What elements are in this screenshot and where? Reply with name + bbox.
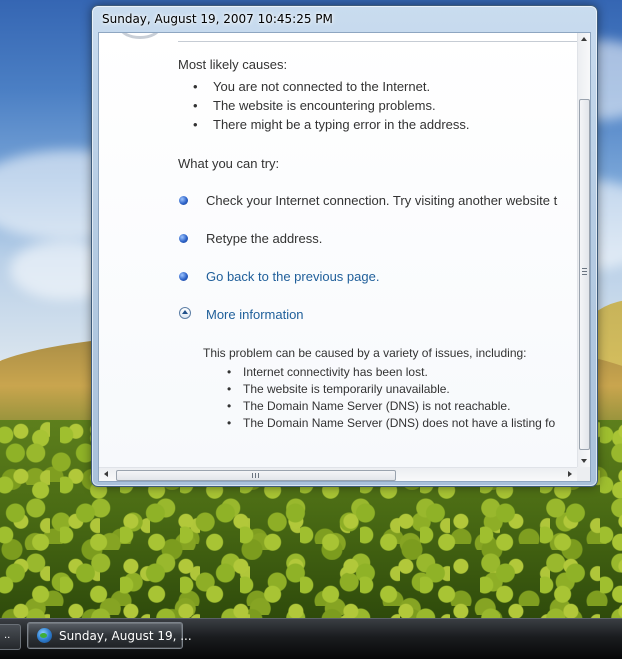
page-viewport: Most likely causes: You are not connecte…	[98, 32, 591, 482]
scroll-right-icon[interactable]	[568, 471, 572, 477]
horizontal-scrollbar[interactable]	[99, 467, 577, 481]
taskbar-left-label: ..	[4, 630, 11, 641]
error-logo-icon	[119, 33, 161, 39]
vertical-scroll-thumb[interactable]	[579, 99, 590, 450]
window-titlebar[interactable]: Sunday, August 19, 2007 10:45:25 PM	[92, 6, 597, 32]
list-item: The Domain Name Server (DNS) is not reac…	[227, 398, 555, 415]
bullet-icon	[179, 272, 188, 281]
globe-icon	[37, 628, 52, 643]
more-information-link[interactable]: More information	[206, 305, 304, 324]
taskbar-window-button[interactable]: Sunday, August 19, ...	[27, 622, 192, 649]
list-item: The Domain Name Server (DNS) does not ha…	[227, 415, 555, 432]
divider	[178, 41, 577, 42]
try-item-label: Check your Internet connection. Try visi…	[206, 193, 558, 208]
list-item: Internet connectivity has been lost.	[227, 364, 555, 381]
try-item-label: Retype the address.	[206, 231, 323, 246]
window-title: Sunday, August 19, 2007 10:45:25 PM	[102, 12, 333, 26]
causes-heading: Most likely causes:	[178, 57, 288, 72]
go-back-link[interactable]: Go back to the previous page.	[206, 267, 379, 286]
vertical-scrollbar[interactable]	[577, 33, 590, 467]
grip-icon	[252, 473, 259, 478]
list-item: The website is encountering problems.	[193, 96, 470, 115]
scroll-left-icon[interactable]	[104, 471, 108, 477]
bullet-icon	[179, 196, 188, 205]
info-list: Internet connectivity has been lost. The…	[227, 364, 555, 432]
scrollbar-corner	[577, 467, 590, 481]
error-page-content: Most likely causes: You are not connecte…	[99, 33, 577, 467]
grip-icon	[582, 268, 587, 275]
causes-list: You are not connected to the Internet. T…	[193, 77, 470, 134]
chevron-up-icon[interactable]	[179, 307, 191, 319]
horizontal-scroll-thumb[interactable]	[116, 470, 396, 481]
bullet-icon	[179, 234, 188, 243]
taskbar: .. Sunday, August 19, ...	[0, 618, 622, 659]
scroll-up-icon[interactable]	[581, 37, 587, 41]
list-item: There might be a typing error in the add…	[193, 115, 470, 134]
try-heading: What you can try:	[178, 156, 280, 171]
info-intro: This problem can be caused by a variety …	[203, 346, 527, 360]
browser-window[interactable]: Sunday, August 19, 2007 10:45:25 PM Most…	[91, 5, 598, 487]
list-item: The website is temporarily unavailable.	[227, 381, 555, 398]
taskbar-left-button[interactable]: ..	[0, 624, 21, 650]
taskbar-window-label: Sunday, August 19, ...	[59, 629, 192, 643]
scroll-down-icon[interactable]	[581, 459, 587, 463]
list-item: You are not connected to the Internet.	[193, 77, 470, 96]
